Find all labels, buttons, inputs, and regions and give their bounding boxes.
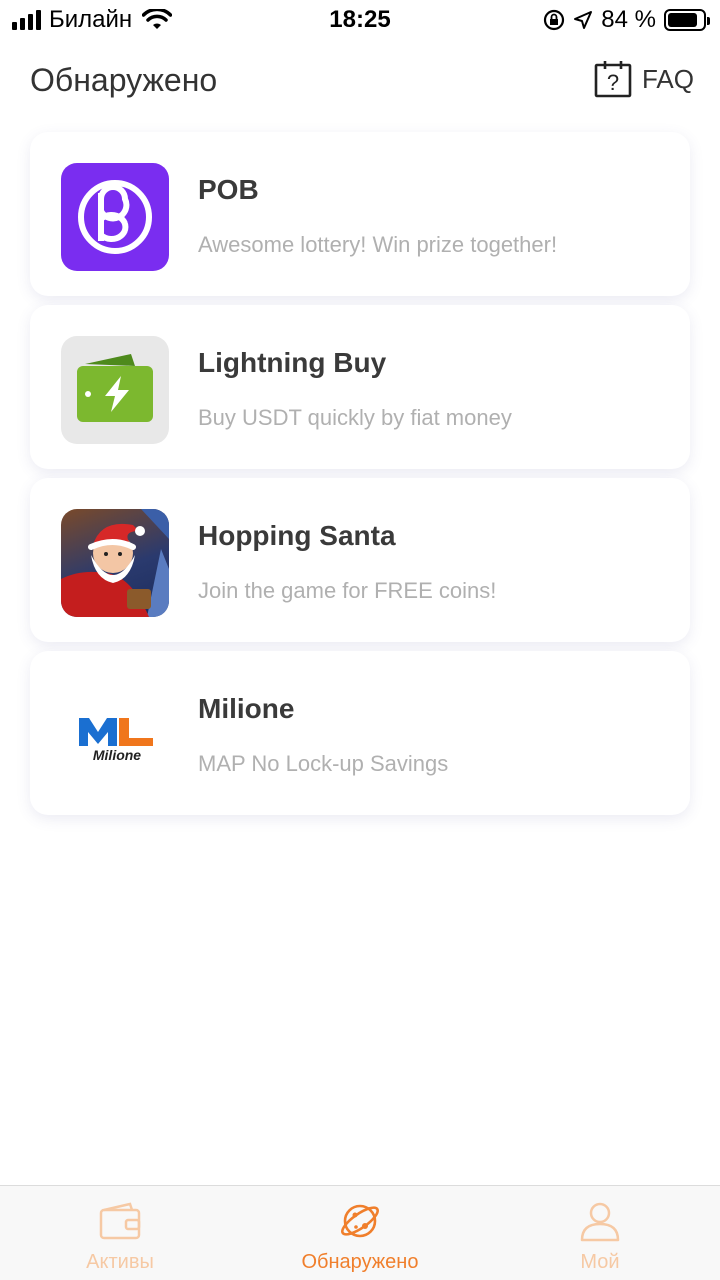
- milione-logo-icon: Milione: [61, 682, 169, 790]
- orientation-lock-icon: [544, 9, 565, 31]
- app-card-pob[interactable]: POB Awesome lottery! Win prize together!: [30, 132, 690, 296]
- app-card-milione[interactable]: Milione Milione MAP No Lock-up Savings: [30, 651, 690, 815]
- status-bar: Билайн 18:25 84 %: [0, 0, 720, 40]
- santa-icon: [61, 509, 169, 617]
- app-subtitle: Buy USDT quickly by fiat money: [198, 405, 512, 430]
- app-title: Hopping Santa: [198, 520, 396, 551]
- location-icon: [574, 11, 593, 29]
- tab-bar: Активы Обнаружено Мой: [0, 1185, 720, 1280]
- tab-assets[interactable]: Активы: [40, 1200, 200, 1274]
- app-card-hopping-santa[interactable]: Hopping Santa Join the game for FREE coi…: [30, 478, 690, 642]
- tab-discover[interactable]: Обнаружено: [280, 1200, 440, 1274]
- status-right: 84 %: [543, 6, 710, 34]
- app-title: Lightning Buy: [198, 347, 387, 378]
- faq-button[interactable]: ? FAQ: [594, 60, 694, 98]
- battery-percent: 84 %: [601, 6, 656, 33]
- app-list: POB Awesome lottery! Win prize together!…: [30, 132, 690, 824]
- tab-label: Обнаружено: [301, 1251, 419, 1273]
- planet-icon: [341, 1204, 379, 1238]
- page-title: Обнаружено: [30, 62, 218, 98]
- header: Обнаружено ? FAQ: [0, 44, 720, 120]
- app-title: Milione: [198, 693, 295, 724]
- app-card-lightning-buy[interactable]: Lightning Buy Buy USDT quickly by fiat m…: [30, 305, 690, 469]
- calendar-question-icon: ?: [594, 61, 632, 98]
- app-subtitle: Awesome lottery! Win prize together!: [198, 232, 558, 257]
- wallet-icon: [99, 1202, 141, 1240]
- tab-label: Мой: [580, 1251, 620, 1273]
- battery-fill: [668, 13, 697, 27]
- app-subtitle: Join the game for FREE coins!: [198, 578, 497, 603]
- battery-icon: [664, 9, 710, 31]
- wallet-lightning-icon: [61, 336, 169, 444]
- pob-logo-icon: [61, 163, 169, 271]
- app-subtitle: MAP No Lock-up Savings: [198, 751, 449, 776]
- svg-text:Milione: Milione: [93, 747, 141, 763]
- svg-text:?: ?: [607, 70, 619, 95]
- app-title: POB: [198, 174, 259, 205]
- tab-mine[interactable]: Мой: [520, 1200, 680, 1274]
- faq-label: FAQ: [641, 63, 694, 94]
- tab-label: Активы: [86, 1251, 154, 1273]
- user-icon: [580, 1202, 620, 1242]
